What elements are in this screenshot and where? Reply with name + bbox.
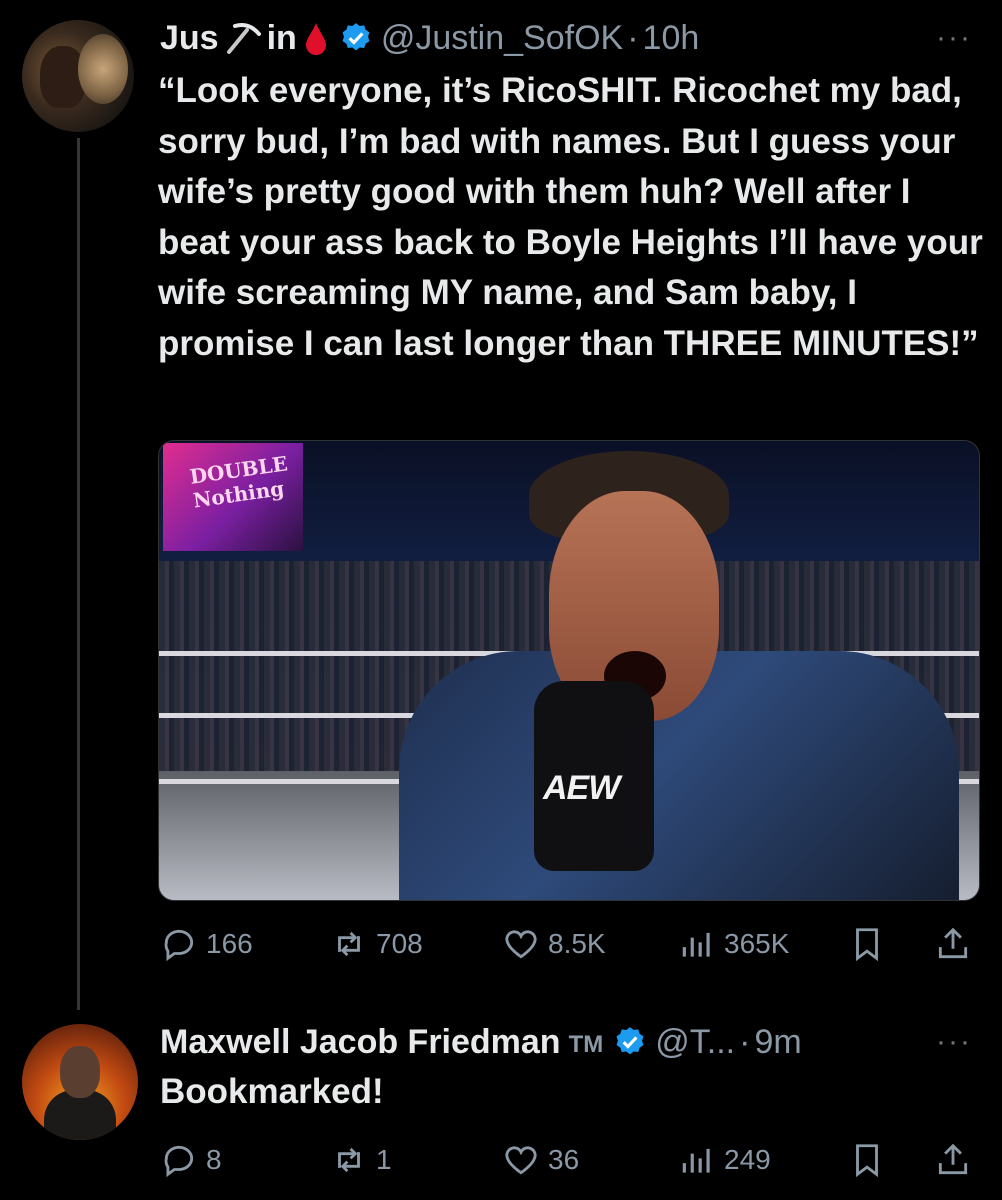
blood-drop-icon [305, 23, 326, 55]
thread-connector-line [77, 138, 80, 1010]
tweet-header: Jus in @Justin_SofOK · 10h ··· [160, 16, 972, 60]
views-icon [682, 932, 710, 957]
reply-button[interactable]: 8 [160, 1141, 222, 1179]
repost-icon [338, 931, 360, 957]
author-avatar[interactable] [22, 20, 134, 132]
like-button[interactable]: 8.5K [502, 925, 606, 963]
repost-button[interactable]: 708 [330, 925, 423, 963]
views-button[interactable]: 249 [678, 1141, 771, 1179]
reply-actions-bar: 8 1 36 249 [158, 1138, 978, 1182]
reply-icon [164, 929, 194, 962]
reply-author-avatar[interactable] [22, 1024, 138, 1140]
tweet-media-image[interactable]: DOUBLE Nothing AEW [158, 440, 980, 901]
media-wrestler: AEW [399, 451, 959, 900]
repost-button[interactable]: 1 [330, 1141, 392, 1179]
tweet-actions-bar: 166 708 8.5K 365K [158, 922, 978, 966]
reply-author-handle[interactable]: @T... [655, 1023, 735, 1062]
bookmark-button[interactable] [848, 925, 894, 963]
reply-text: Bookmarked! [160, 1072, 384, 1111]
reply-count: 166 [206, 928, 253, 959]
pickaxe-icon [226, 23, 261, 54]
share-icon [938, 927, 968, 959]
avatar-head [60, 1046, 100, 1098]
reply-count: 8 [206, 1144, 222, 1175]
views-icon [682, 1148, 710, 1173]
media-mic-logo: AEW [543, 769, 620, 807]
share-button[interactable] [934, 1141, 980, 1179]
author-name-mid[interactable]: in [267, 19, 297, 58]
more-options-icon[interactable]: ··· [936, 1025, 972, 1059]
more-options-icon[interactable]: ··· [936, 21, 972, 55]
verified-badge-icon [342, 23, 370, 51]
media-sign-text: DOUBLE Nothing [188, 451, 290, 513]
repost-count: 708 [376, 928, 423, 959]
heart-icon [505, 930, 537, 959]
share-button[interactable] [934, 925, 980, 963]
bookmark-icon [856, 928, 878, 962]
avatar-lion [78, 34, 128, 104]
reply-header: Maxwell Jacob Friedman TM @T... · 9m ··· [160, 1020, 972, 1064]
trademark-label: TM [568, 1031, 604, 1058]
reply-timestamp[interactable]: 9m [754, 1023, 801, 1062]
views-count: 249 [724, 1144, 771, 1175]
repost-icon [338, 1147, 360, 1173]
like-button[interactable]: 36 [502, 1141, 579, 1179]
separator-dot: · [739, 1022, 751, 1061]
share-icon [938, 1143, 968, 1175]
author-name[interactable]: Jus [160, 19, 219, 58]
views-button[interactable]: 365K [678, 925, 789, 963]
views-count: 365K [724, 928, 790, 959]
tweet-timestamp[interactable]: 10h [643, 19, 700, 58]
media-event-sign: DOUBLE Nothing [163, 443, 303, 551]
like-count: 8.5K [548, 928, 606, 959]
bookmark-icon [856, 1144, 878, 1178]
heart-icon [505, 1146, 537, 1175]
repost-count: 1 [376, 1144, 392, 1175]
verified-badge-icon [616, 1027, 644, 1055]
tweet-text: “Look everyone, it’s RicoSHIT. Ricochet … [158, 71, 983, 363]
bookmark-button[interactable] [848, 1141, 894, 1179]
reply-author-name[interactable]: Maxwell Jacob Friedman [160, 1023, 561, 1062]
author-handle[interactable]: @Justin_SofOK [381, 19, 623, 58]
like-count: 36 [548, 1144, 580, 1175]
separator-dot: · [627, 18, 639, 57]
reply-icon [164, 1145, 194, 1178]
reply-button[interactable]: 166 [160, 925, 253, 963]
